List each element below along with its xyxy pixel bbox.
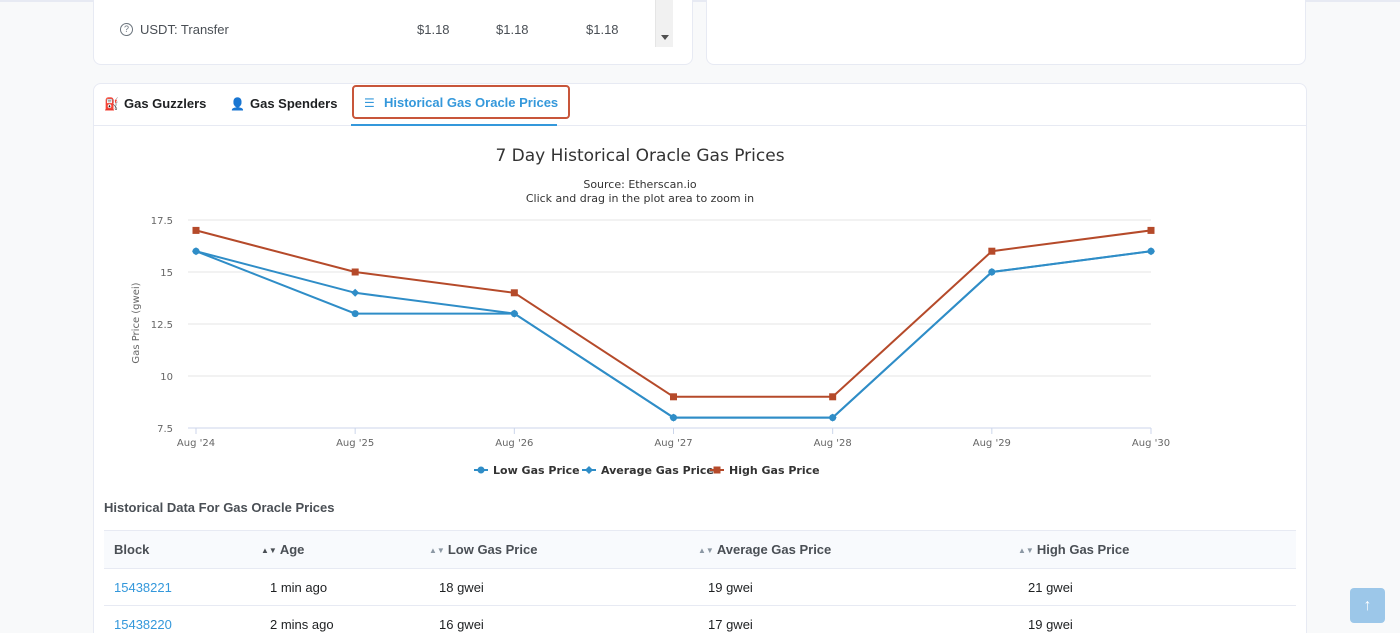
back-to-top-button[interactable]: ↑ xyxy=(1350,588,1385,623)
data-point xyxy=(1147,226,1155,234)
tab-label: Gas Guzzlers xyxy=(124,96,207,111)
tab-label: Historical Gas Oracle Prices xyxy=(384,95,559,110)
data-point xyxy=(192,226,200,234)
legend-label: Average Gas Price xyxy=(601,464,714,477)
chart-subtitle-zoom: Click and drag in the plot area to zoom … xyxy=(526,192,754,205)
tab-label: Gas Spenders xyxy=(250,96,338,111)
row-value-1: $1.18 xyxy=(417,22,450,37)
column-header-block[interactable]: Block xyxy=(114,531,149,568)
x-tick-label: Aug '29 xyxy=(973,438,1011,449)
legend-item[interactable]: Low Gas Price xyxy=(474,464,580,477)
y-tick-label: 12.5 xyxy=(151,320,173,331)
data-point xyxy=(829,393,837,401)
column-header-low[interactable]: ▲▼ Low Gas Price xyxy=(429,531,537,569)
side-card xyxy=(706,0,1306,65)
gas-pump-icon: ⛽ xyxy=(104,97,119,111)
chart-grid xyxy=(188,219,1151,429)
legend-marker xyxy=(585,466,593,474)
scrollbar[interactable] xyxy=(655,0,673,47)
chart-title: 7 Day Historical Oracle Gas Prices xyxy=(495,146,784,166)
column-header-label: High Gas Price xyxy=(1036,542,1130,557)
y-tick-label: 15 xyxy=(160,268,173,279)
y-tick-label: 7.5 xyxy=(157,424,173,435)
block-link[interactable]: 15438221 xyxy=(114,569,172,606)
tab-gas-spenders[interactable]: 👤 Gas Spenders xyxy=(230,84,337,126)
table-row: 15438221 1 min ago 18 gwei 19 gwei 21 gw… xyxy=(104,569,1296,606)
age-cell: 1 min ago xyxy=(270,580,328,595)
legend-marker xyxy=(477,466,485,474)
x-tick-label: Aug '26 xyxy=(495,438,533,449)
x-tick-label: Aug '24 xyxy=(177,438,215,449)
data-point xyxy=(510,289,518,297)
chart-legend[interactable]: Low Gas Price Average Gas Price High Gas P… xyxy=(474,464,820,477)
column-header-label: Age xyxy=(279,542,305,557)
question-circle-icon[interactable]: ? xyxy=(120,23,133,36)
data-point xyxy=(192,247,200,256)
row-value-3: $1.18 xyxy=(586,22,619,37)
table-row[interactable]: ? USDT: Transfer $1.18 $1.18 $1.18 xyxy=(120,22,660,40)
sort-icon: ▲▼ xyxy=(261,546,277,555)
series-line-1 xyxy=(195,250,1152,419)
sort-icon: ▲▼ xyxy=(698,546,714,555)
data-point xyxy=(1147,247,1155,256)
block-link[interactable]: 15438220 xyxy=(114,606,172,633)
low-price-cell: 16 gwei xyxy=(439,617,484,632)
y-axis-label: Gas Price (gwei) xyxy=(131,282,142,363)
tab-historical-gas-oracle-prices[interactable]: ☰ Historical Gas Oracle Prices xyxy=(352,85,571,119)
gas-price-chart[interactable]: 7 Day Historical Oracle Gas Prices Sourc… xyxy=(94,127,1308,487)
y-tick-label: 10 xyxy=(160,372,173,383)
row-name: USDT: Transfer xyxy=(140,22,229,37)
list-icon: ☰ xyxy=(364,96,375,110)
y-axis-ticks: 7.5 10 12.5 15 17.5 xyxy=(151,216,173,435)
row-value-2: $1.18 xyxy=(496,22,529,37)
data-point xyxy=(988,247,996,255)
person-icon: 👤 xyxy=(230,97,245,111)
y-tick-label: 17.5 xyxy=(151,216,173,227)
chart-subtitle-source: Source: Etherscan.io xyxy=(583,178,697,191)
sort-icon: ▲▼ xyxy=(429,546,445,555)
legend-label: High Gas Price xyxy=(729,464,820,477)
data-point xyxy=(351,288,360,297)
sort-icon: ▲▼ xyxy=(1018,546,1034,555)
x-tick-label: Aug '25 xyxy=(336,438,374,449)
low-price-cell: 18 gwei xyxy=(439,580,484,595)
high-price-cell: 19 gwei xyxy=(1028,617,1073,632)
column-header-label: Low Gas Price xyxy=(447,542,538,557)
column-header-age[interactable]: ▲▼ Age xyxy=(261,531,304,569)
top-transactions-card: ? USDT: Transfer $1.18 $1.18 $1.18 xyxy=(93,0,693,65)
column-header-high[interactable]: ▲▼ High Gas Price xyxy=(1018,531,1129,569)
average-price-cell: 19 gwei xyxy=(708,580,753,595)
average-price-cell: 17 gwei xyxy=(708,617,753,632)
arrow-up-icon: ↑ xyxy=(1363,597,1372,614)
scroll-down-arrow-icon[interactable] xyxy=(661,35,669,40)
data-point xyxy=(670,393,677,401)
x-tick-label: Aug '28 xyxy=(814,438,852,449)
x-tick-label: Aug '27 xyxy=(654,438,692,449)
age-cell: 2 mins ago xyxy=(270,617,334,632)
x-tick-label: Aug '30 xyxy=(1132,438,1170,449)
data-point xyxy=(351,268,359,276)
x-axis-ticks: Aug '24 Aug '25 Aug '26 Aug '27 Aug '28 Aug '… xyxy=(177,428,1170,449)
legend-label: Low Gas Price xyxy=(493,464,580,477)
active-tab-indicator xyxy=(351,124,557,126)
column-header-average[interactable]: ▲▼ Average Gas Price xyxy=(698,531,831,569)
tab-gas-guzzlers[interactable]: ⛽ Gas Guzzlers xyxy=(104,84,206,126)
table-row: 15438220 2 mins ago 16 gwei 17 gwei 19 g… xyxy=(104,606,1296,633)
series-line-0 xyxy=(195,250,1152,419)
historical-data-title: Historical Data For Gas Oracle Prices xyxy=(104,500,335,515)
high-price-cell: 21 gwei xyxy=(1028,580,1073,595)
tab-bar: ⛽ Gas Guzzlers 👤 Gas Spenders ☰ Historical … xyxy=(94,84,1306,126)
legend-item[interactable]: High Gas Price xyxy=(710,464,820,477)
table-header: Block ▲▼ Age ▲▼ Low Gas Price ▲▼ Average Ga… xyxy=(104,530,1296,569)
series-line-2 xyxy=(195,229,1152,398)
legend-item[interactable]: Average Gas Price xyxy=(582,464,714,477)
gas-tabs-card: ⛽ Gas Guzzlers 👤 Gas Spenders ☰ Historical … xyxy=(93,83,1307,633)
column-header-label: Average Gas Price xyxy=(716,542,832,557)
legend-marker xyxy=(713,466,721,474)
data-point xyxy=(351,310,359,318)
